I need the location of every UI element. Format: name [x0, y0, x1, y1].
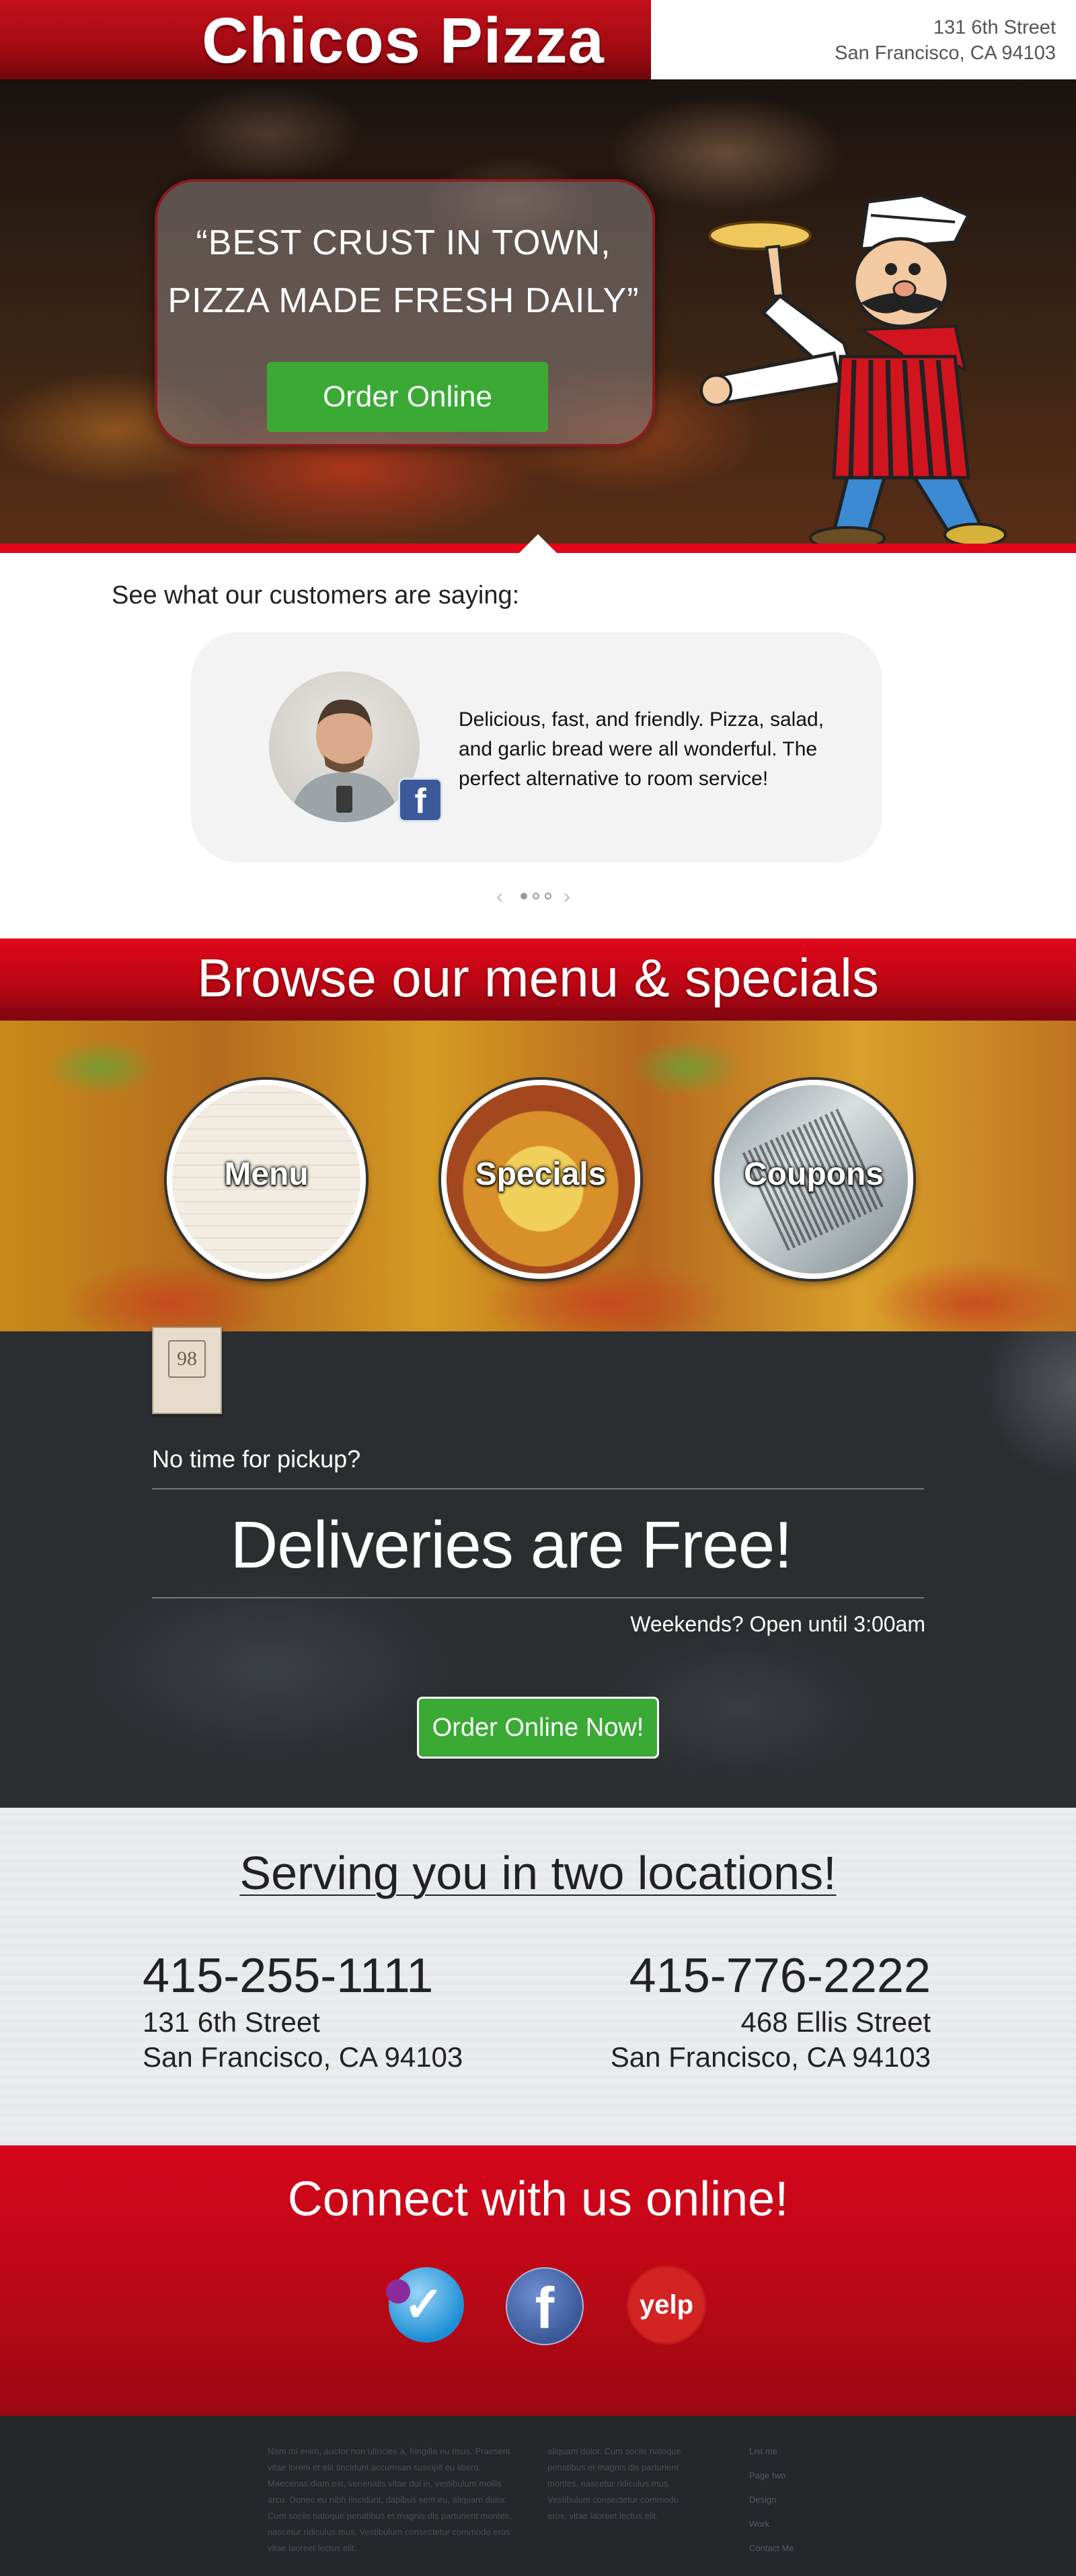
- coupons-button[interactable]: Coupons: [714, 1080, 913, 1279]
- order-online-button[interactable]: Order Online: [267, 362, 548, 432]
- order-online-now-button[interactable]: Order Online Now!: [417, 1697, 659, 1759]
- hero-quote: “BEST CRUST IN TOWN, PIZZA MADE FRESH DA…: [155, 214, 652, 330]
- location-2: 415-776-2222 468 Ellis Street San Franci…: [611, 1947, 931, 2075]
- location-1-phone[interactable]: 415-255-1111: [143, 1947, 463, 2005]
- divider-top: [152, 1488, 924, 1489]
- carousel-dot-1[interactable]: [521, 893, 527, 899]
- header-address-line1: 131 6th Street: [933, 17, 1056, 38]
- no-time-text: No time for pickup?: [152, 1445, 361, 1473]
- brand-name[interactable]: Chicos Pizza: [202, 4, 605, 78]
- location-2-phone[interactable]: 415-776-2222: [611, 1947, 931, 2005]
- footer-link-1[interactable]: List me: [749, 2443, 777, 2460]
- carousel-next-icon[interactable]: ›: [564, 885, 570, 908]
- connect-title: Connect with us online!: [287, 2172, 789, 2226]
- menu-button-label: Menu: [224, 1156, 309, 1192]
- checkmark-icon: ✓: [404, 2278, 445, 2332]
- footer-text-col1: Nam mi enim, auctor non ultricies a, fri…: [268, 2446, 512, 2553]
- chef-mascot-icon: [700, 195, 1007, 550]
- facebook-icon[interactable]: f: [506, 2267, 584, 2345]
- divider-bottom: [152, 1597, 924, 1598]
- deliveries-headline: Deliveries are Free!: [230, 1508, 792, 1582]
- facebook-badge-icon[interactable]: f: [398, 778, 443, 822]
- location-2-city: San Francisco, CA 94103: [610, 2041, 931, 2073]
- customer-avatar: [269, 671, 420, 822]
- footer-link-2[interactable]: Page two: [749, 2468, 785, 2484]
- carousel-prev-icon[interactable]: ‹: [496, 885, 503, 908]
- hero-quote-line2: PIZZA MADE FRESH DAILY”: [167, 281, 640, 320]
- weekends-text: Weekends? Open until 3:00am: [630, 1612, 925, 1636]
- carousel-dot-3[interactable]: [545, 893, 551, 899]
- header-address-line2: San Francisco, CA 94103: [835, 42, 1056, 64]
- coupons-button-label: Coupons: [744, 1156, 884, 1192]
- testimonial-quote: Delicious, fast, and friendly. Pizza, sa…: [459, 708, 824, 790]
- carousel-dot-2[interactable]: [533, 893, 539, 899]
- location-1-city: San Francisco, CA 94103: [143, 2041, 463, 2073]
- yelp-icon[interactable]: yelp: [629, 2267, 704, 2343]
- location-1-street: 131 6th Street: [143, 2006, 320, 2038]
- browse-title: Browse our menu & specials: [197, 948, 879, 1008]
- pizza-box-icon: 98: [152, 1327, 222, 1414]
- location-2-street: 468 Ellis Street: [740, 2006, 931, 2038]
- footer-text-col2: aliquam dolor. Cum sociis natoque penati…: [547, 2446, 681, 2521]
- footer-link-5[interactable]: Contact Me: [749, 2540, 794, 2556]
- hero-notch: [519, 534, 557, 553]
- locations-title: Serving you in two locations!: [239, 1847, 837, 1899]
- person-icon: [289, 699, 399, 822]
- location-1: 415-255-1111 131 6th Street San Francisc…: [143, 1947, 463, 2075]
- hero-quote-line1: “BEST CRUST IN TOWN,: [196, 223, 611, 262]
- footer-link-3[interactable]: Design: [749, 2492, 776, 2508]
- site-footer: [0, 2416, 1076, 2576]
- menu-button[interactable]: Menu: [167, 1080, 366, 1279]
- pizza-box-number: 98: [168, 1340, 206, 1378]
- testimonials-heading: See what our customers are saying:: [112, 581, 520, 610]
- specials-button-label: Specials: [475, 1156, 607, 1192]
- foursquare-icon[interactable]: ✓: [386, 2267, 464, 2343]
- specials-button[interactable]: Specials: [441, 1080, 640, 1279]
- footer-link-4[interactable]: Work: [749, 2516, 769, 2532]
- carousel-nav: ‹ ›: [491, 885, 585, 908]
- header-address: 131 6th Street San Francisco, CA 94103: [835, 15, 1056, 66]
